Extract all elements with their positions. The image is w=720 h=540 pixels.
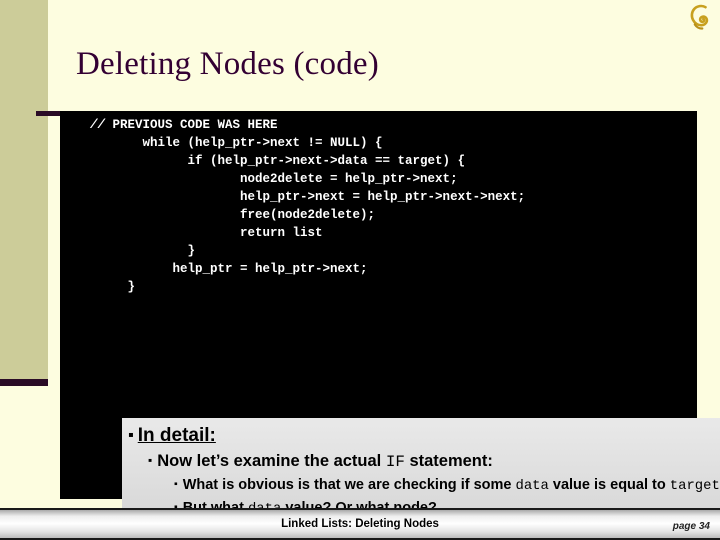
code-line: if (help_ptr->next->data == target) { xyxy=(60,154,466,168)
footer-page-number: page 34 xyxy=(672,521,710,532)
detail-heading: ▪ In detail: xyxy=(126,423,720,448)
code-token: target xyxy=(669,478,720,494)
code-line: help_ptr->next = help_ptr->next->next; xyxy=(60,190,526,204)
code-listing: // PREVIOUS CODE WAS HERE while (help_pt… xyxy=(60,111,697,296)
bullet-icon: ▪ xyxy=(148,453,153,467)
body-text: statement: xyxy=(404,452,493,470)
detail-level3-item: ▪ What is obvious is that we are checking… xyxy=(138,474,720,497)
body-text: Now let’s examine the actual xyxy=(157,452,386,470)
page-title: Deleting Nodes (code) xyxy=(76,46,379,82)
detail-level2-list: ▪ Now let’s examine the actual IF stateme… xyxy=(126,448,720,474)
footer-title: Linked Lists: Deleting Nodes xyxy=(281,518,439,530)
left-accent-rule xyxy=(0,379,48,386)
bullet-icon: ▪ xyxy=(128,426,134,444)
code-line: help_ptr = help_ptr->next; xyxy=(60,262,368,276)
code-token: IF xyxy=(385,453,405,471)
code-line: } xyxy=(60,244,196,258)
gold-swirl-logo-icon xyxy=(685,4,711,32)
code-line: // PREVIOUS CODE WAS HERE xyxy=(90,118,278,132)
code-token: data xyxy=(515,478,549,494)
code-panel: // PREVIOUS CODE WAS HERE while (help_pt… xyxy=(60,111,720,540)
body-text: What is obvious is that we are checking … xyxy=(182,477,516,493)
detail-level2-item: ▪ Now let’s examine the actual IF stateme… xyxy=(126,448,720,474)
bullet-icon: ▪ xyxy=(174,479,178,490)
left-accent-band xyxy=(0,0,48,379)
code-line: free(node2delete); xyxy=(60,208,376,222)
code-line: while (help_ptr->next != NULL) { xyxy=(60,136,383,150)
code-line: } xyxy=(60,280,136,294)
code-comment-marker: // xyxy=(90,118,113,132)
code-line: node2delete = help_ptr->next; xyxy=(60,172,458,186)
detail-heading-text: In detail: xyxy=(137,425,216,446)
code-line: return list xyxy=(60,226,323,240)
slide-footer: Linked Lists: Deleting Nodes page 34 xyxy=(0,508,720,540)
body-text: value is equal to xyxy=(548,477,670,493)
slide-canvas: Deleting Nodes (code) // PREVIOUS CODE W… xyxy=(0,0,720,540)
